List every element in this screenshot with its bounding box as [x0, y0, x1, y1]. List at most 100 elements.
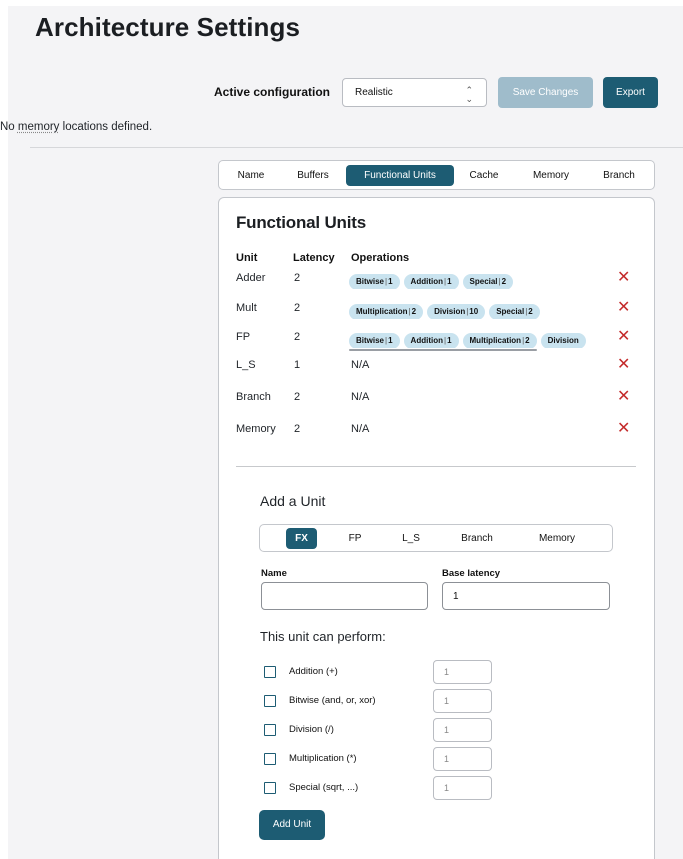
column-header-unit: Unit [236, 252, 258, 264]
name-input[interactable] [261, 582, 428, 610]
separator: | [443, 277, 447, 286]
separator: | [385, 277, 388, 286]
unit-type-fp[interactable]: FP [340, 528, 370, 549]
operations-na: N/A [351, 423, 370, 435]
delete-icon[interactable]: ✕ [617, 357, 630, 373]
tab-buffers[interactable]: Buffers [285, 165, 341, 186]
operation-checkbox[interactable] [264, 724, 276, 736]
operation-pill: Multiplication|2 [462, 333, 537, 348]
operation-latency: 1 [447, 336, 452, 345]
delete-icon[interactable]: ✕ [617, 421, 630, 437]
unit-name: FP [236, 331, 251, 343]
operation-pill: Division [540, 333, 586, 348]
operation-latency: 1 [388, 277, 393, 286]
operation-pill: Division|10 [427, 304, 486, 319]
memory-term: memory [17, 121, 60, 133]
configuration-select-value: Realistic [355, 87, 393, 98]
operation-pill: Special|2 [489, 304, 540, 319]
operation-label: Division (/) [289, 724, 334, 735]
operation-latency: 2 [501, 277, 507, 286]
operation-pill: Special|2 [462, 274, 514, 289]
unit-latency: 2 [294, 331, 301, 343]
base-latency-input[interactable]: 1 [442, 582, 610, 610]
operation-name: Addition [410, 277, 443, 286]
unit-type-branch[interactable]: Branch [453, 528, 501, 549]
operation-name: Multiplication [356, 307, 408, 316]
unit-name: Adder [236, 272, 266, 284]
delete-icon[interactable]: ✕ [617, 389, 630, 405]
delete-icon[interactable]: ✕ [617, 300, 630, 316]
separator: | [522, 336, 525, 345]
export-button[interactable]: Export [603, 77, 658, 108]
operation-label: Special (sqrt, ...) [289, 782, 359, 793]
unit-latency: 2 [294, 302, 301, 314]
tab-memory[interactable]: Memory [522, 165, 580, 186]
operation-latency-input[interactable]: 1 [433, 747, 492, 771]
operation-latency-input[interactable]: 1 [433, 718, 492, 742]
operation-checkbox[interactable] [264, 753, 276, 765]
operations-list: Multiplication | 2 Division|10 Special|2 [349, 301, 602, 319]
name-field-label: Name [261, 568, 287, 579]
operation-latency-input[interactable]: 1 [433, 776, 492, 800]
separator: | [443, 336, 447, 345]
section-title: Functional Units [236, 213, 366, 232]
active-configuration-label: Active configuration [214, 85, 331, 99]
unit-type-tabs: FX FP L_S Branch Memory [259, 524, 613, 552]
operation-checkbox[interactable] [264, 695, 276, 707]
add-unit-button[interactable]: Add Unit [259, 810, 325, 840]
operation-latency: 1 [388, 336, 393, 345]
configuration-select[interactable]: Realistic ⌃ ⌄ [342, 78, 487, 107]
unit-latency: 2 [294, 391, 301, 403]
save-changes-button[interactable]: Save Changes [498, 77, 593, 108]
operation-name: Bitwise [356, 277, 385, 286]
operation-checkbox[interactable] [264, 782, 276, 794]
tab-branch[interactable]: Branch [591, 165, 647, 186]
operation-checkbox[interactable] [264, 666, 276, 678]
operation-pill: Bitwise|1 [349, 274, 400, 289]
page-title: Architecture Settings [35, 12, 301, 42]
unit-name: Branch [236, 391, 271, 403]
divider [30, 147, 683, 148]
operation-label: Multiplication (*) [289, 753, 357, 764]
unit-name: Memory [236, 423, 276, 435]
unit-type-ls[interactable]: L_S [394, 528, 428, 549]
operations-list: Bitwise|1 Addition|1 Multiplication|2 Divis… [349, 330, 602, 348]
operation-name: Bitwise [356, 336, 385, 345]
unit-latency: 2 [294, 272, 301, 284]
tab-functional-units[interactable]: Functional Units [346, 165, 454, 186]
separator: | [385, 336, 388, 345]
operations-list: Bitwise|1 Addition|1 Special|2 [349, 271, 602, 289]
separator: | [466, 307, 469, 316]
operation-latency-input[interactable]: 1 [433, 660, 492, 684]
operations-na: N/A [351, 391, 370, 403]
operation-pill: Addition|1 [403, 333, 459, 348]
tab-name[interactable]: Name [227, 165, 275, 186]
operation-pill: Bitwise|1 [349, 333, 400, 348]
unit-type-memory[interactable]: Memory [530, 528, 584, 549]
operation-label: Addition (+) [289, 666, 338, 677]
operation-pill: Addition|1 [403, 274, 459, 289]
settings-tabs: Name Buffers Functional Units Cache Memo… [218, 160, 655, 190]
operation-label: Bitwise (and, or, xor) [289, 695, 376, 706]
unit-name: Mult [236, 302, 257, 314]
operation-latency-input[interactable]: 1 [433, 689, 492, 713]
no-memory-notice: No memory locations defined. [0, 121, 153, 133]
delete-icon[interactable]: ✕ [617, 329, 630, 345]
unit-type-fx[interactable]: FX [286, 528, 317, 549]
operation-name: Special [496, 307, 525, 316]
add-unit-title: Add a Unit [260, 493, 326, 509]
operation-latency: 2 [525, 336, 530, 345]
delete-icon[interactable]: ✕ [617, 270, 630, 286]
perform-heading: This unit can perform: [260, 629, 386, 644]
operations-na: N/A [351, 359, 370, 371]
operation-name: Division [434, 307, 466, 316]
base-latency-label: Base latency [442, 568, 501, 579]
operation-name: Multiplication [469, 336, 522, 345]
operation-name: Special [469, 277, 498, 286]
operations-scrollbar[interactable] [349, 349, 537, 351]
tab-cache[interactable]: Cache [459, 165, 509, 186]
divider [236, 466, 636, 467]
chevron-up-down-icon: ⌃ ⌄ [465, 85, 473, 104]
operation-latency: 2 [528, 307, 533, 316]
unit-latency: 1 [294, 359, 301, 371]
